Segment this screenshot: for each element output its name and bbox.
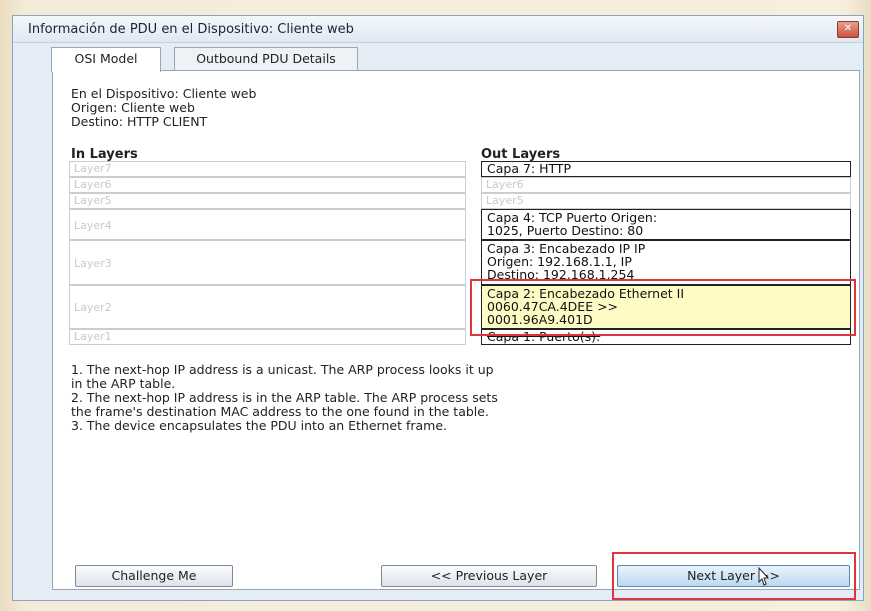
close-icon[interactable]: ✕ bbox=[837, 21, 859, 38]
previous-layer-button[interactable]: << Previous Layer bbox=[381, 565, 597, 587]
out-layers-header: Out Layers bbox=[481, 147, 561, 162]
out-layer-7-text: Capa 7: HTTP bbox=[487, 161, 572, 176]
out-layer-5-text: Layer5 bbox=[486, 194, 524, 207]
out-layer-2-line-3: 0001.96A9.401D bbox=[487, 312, 593, 327]
next-layer-button[interactable]: Next Layer >> bbox=[617, 565, 850, 587]
in-layer-2[interactable]: Layer2 bbox=[69, 285, 466, 329]
device-label: En el Dispositivo: Cliente web bbox=[71, 86, 257, 101]
in-layer-7[interactable]: Layer7 bbox=[69, 161, 466, 177]
description-line-2: in the ARP table. bbox=[71, 376, 176, 391]
out-layer-4-line-2: 1025, Puerto Destino: 80 bbox=[487, 223, 644, 238]
challenge-me-button[interactable]: Challenge Me bbox=[75, 565, 233, 587]
in-layer-1[interactable]: Layer1 bbox=[69, 329, 466, 345]
description-line-1: 1. The next-hop IP address is a unicast.… bbox=[71, 362, 494, 377]
in-layers-header: In Layers bbox=[71, 147, 138, 162]
in-layer-3[interactable]: Layer3 bbox=[69, 240, 466, 285]
description-line-3: 2. The next-hop IP address is in the ARP… bbox=[71, 390, 498, 405]
in-layer-4[interactable]: Layer4 bbox=[69, 209, 466, 240]
out-layer-3[interactable]: Capa 3: Encabezado IP IP Origen: 192.168… bbox=[481, 240, 851, 285]
destination-label: Destino: HTTP CLIENT bbox=[71, 114, 208, 129]
in-layer-5[interactable]: Layer5 bbox=[69, 193, 466, 209]
out-layer-6[interactable]: Layer6 bbox=[481, 177, 851, 193]
out-layer-1[interactable]: Capa 1: Puerto(s): bbox=[481, 329, 851, 345]
in-layer-6[interactable]: Layer6 bbox=[69, 177, 466, 193]
out-layer-4[interactable]: Capa 4: TCP Puerto Origen: 1025, Puerto … bbox=[481, 209, 851, 240]
out-layer-6-text: Layer6 bbox=[486, 178, 524, 191]
out-layer-2[interactable]: Capa 2: Encabezado Ethernet II 0060.47CA… bbox=[481, 285, 851, 329]
title-bar[interactable]: Información de PDU en el Dispositivo: Cl… bbox=[13, 16, 863, 43]
origin-label: Origen: Cliente web bbox=[71, 100, 195, 115]
tab-osi-model[interactable]: OSI Model bbox=[51, 47, 161, 72]
out-layer-7[interactable]: Capa 7: HTTP bbox=[481, 161, 851, 177]
tab-outbound-pdu-details[interactable]: Outbound PDU Details bbox=[174, 47, 358, 70]
description-line-4: the frame's destination MAC address to t… bbox=[71, 404, 489, 419]
pdu-info-dialog: Información de PDU en el Dispositivo: Cl… bbox=[12, 15, 864, 601]
out-layer-3-line-3: Destino: 192.168.1.254 bbox=[487, 267, 635, 282]
window-title: Información de PDU en el Dispositivo: Cl… bbox=[28, 22, 354, 37]
process-description: 1. The next-hop IP address is a unicast.… bbox=[71, 363, 851, 433]
mouse-pointer-icon bbox=[758, 567, 770, 586]
out-layer-1-text: Capa 1: Puerto(s): bbox=[487, 329, 601, 344]
osi-model-panel: En el Dispositivo: Cliente web Origen: C… bbox=[52, 70, 860, 600]
device-info: En el Dispositivo: Cliente web Origen: C… bbox=[71, 87, 256, 129]
out-layer-5[interactable]: Layer5 bbox=[481, 193, 851, 209]
description-line-5: 3. The device encapsulates the PDU into … bbox=[71, 418, 447, 433]
